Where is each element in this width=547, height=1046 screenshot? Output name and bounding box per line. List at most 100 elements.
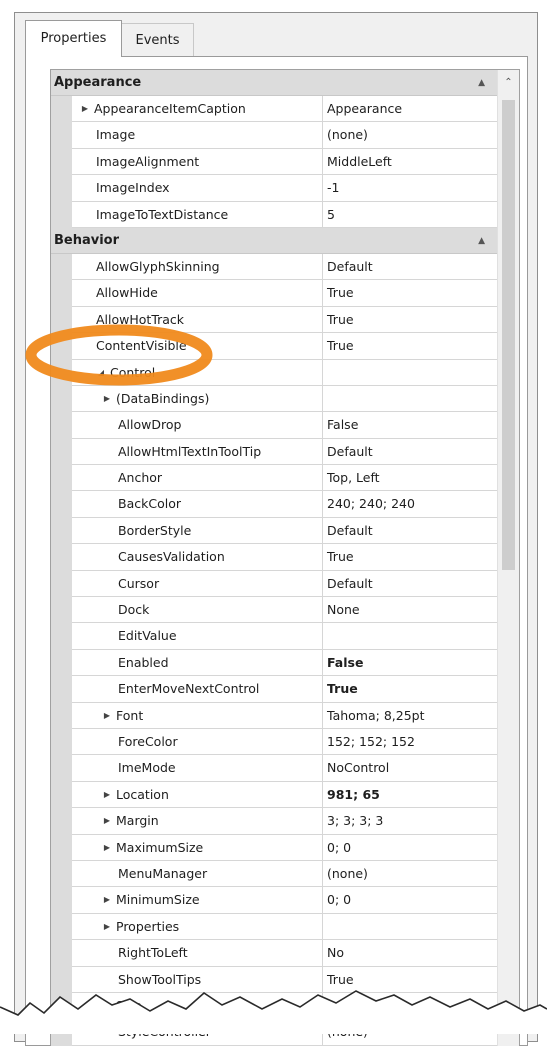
expand-triangle-icon[interactable]: ▶ (98, 993, 116, 1018)
property-name[interactable]: ShowToolTips (72, 966, 323, 993)
category-appearance[interactable]: Appearance ▲ (51, 70, 497, 96)
property-value[interactable] (323, 913, 497, 941)
property-row[interactable]: ForeColor 152; 152; 152 (51, 728, 497, 756)
property-row[interactable]: ▶ Font Tahoma; 8,25pt (51, 702, 497, 729)
property-value[interactable]: 3; 3; 3; 3 (323, 808, 497, 835)
property-value[interactable]: True (323, 333, 497, 360)
expand-triangle-icon[interactable]: ▶ (98, 887, 116, 912)
property-value[interactable]: False (323, 649, 497, 677)
property-value[interactable]: 240; 240; 240 (323, 491, 497, 518)
property-value[interactable]: 152; 152; 152 (323, 728, 497, 756)
property-name[interactable]: ▶ MaximumSize (72, 834, 323, 861)
property-row[interactable]: AllowHtmlTextInToolTip Default (51, 438, 497, 466)
property-name[interactable]: Dock (72, 597, 323, 624)
expand-triangle-icon[interactable]: ▶ (98, 386, 116, 411)
property-value[interactable]: MiddleLeft (323, 148, 497, 176)
property-row[interactable]: ContentVisible True (51, 333, 497, 360)
property-name[interactable]: MenuManager (72, 860, 323, 888)
property-value[interactable]: True (323, 280, 497, 307)
property-row[interactable]: ▶ AppearanceItemCaption Appearance (51, 96, 497, 123)
property-row[interactable]: MenuManager (none) (51, 860, 497, 888)
property-value[interactable]: -1 (323, 175, 497, 202)
property-value[interactable]: (none) (323, 1019, 497, 1046)
property-value[interactable]: 0; 0 (323, 834, 497, 861)
property-name[interactable]: ImageIndex (72, 175, 323, 202)
tab-events[interactable]: Events (122, 23, 194, 56)
property-name[interactable]: Image (72, 122, 323, 149)
property-value[interactable]: (none) (323, 122, 497, 149)
property-value[interactable]: NoControl (323, 755, 497, 782)
property-row[interactable]: AllowGlyphSkinning Default (51, 253, 497, 281)
collapse-triangle-icon[interactable]: ◢ (92, 360, 110, 385)
property-name[interactable]: ForeColor (72, 728, 323, 756)
category-behavior[interactable]: Behavior ▲ (51, 227, 497, 254)
property-row[interactable]: ShowToolTips True (51, 966, 497, 993)
property-row[interactable]: AllowDrop False (51, 412, 497, 439)
property-row[interactable]: ▶ Properties (51, 913, 497, 941)
property-name[interactable]: ImageToTextDistance (72, 201, 323, 228)
property-name[interactable]: AllowGlyphSkinning (72, 253, 323, 281)
property-row[interactable]: CausesValidation True (51, 544, 497, 571)
property-row[interactable]: RightToLeft No (51, 940, 497, 967)
property-value[interactable]: Default (323, 438, 497, 466)
expand-triangle-icon[interactable]: ▶ (98, 835, 116, 860)
property-row[interactable]: Cursor Default (51, 570, 497, 598)
property-name[interactable]: RightToLeft (72, 940, 323, 967)
property-row[interactable]: ▶ Location 981; 65 (51, 781, 497, 809)
property-value[interactable]: Default (323, 570, 497, 598)
property-name[interactable]: AllowHide (72, 280, 323, 307)
expand-triangle-icon[interactable]: ▶ (98, 703, 116, 728)
property-name[interactable]: ▶ Margin (72, 808, 323, 835)
scroll-thumb[interactable] (502, 100, 515, 570)
property-value[interactable]: None (323, 597, 497, 624)
property-name[interactable]: ContentVisible (72, 333, 323, 360)
property-value[interactable]: 5 (323, 201, 497, 228)
property-name[interactable]: AllowHotTrack (72, 306, 323, 334)
expand-triangle-icon[interactable]: ▶ (98, 914, 116, 939)
scroll-up-icon[interactable]: ⌃ (498, 74, 519, 92)
property-row[interactable]: ImageAlignment MiddleLeft (51, 148, 497, 176)
property-row[interactable]: BackColor 240; 240; 240 (51, 491, 497, 518)
property-value[interactable]: True (323, 306, 497, 334)
property-name[interactable]: ▶ MinimumSize (72, 887, 323, 914)
property-value[interactable]: (none) (323, 860, 497, 888)
property-name[interactable]: StyleController (72, 1019, 323, 1046)
property-row[interactable]: Image (none) (51, 122, 497, 149)
property-row[interactable]: AllowHotTrack True (51, 306, 497, 334)
vertical-scrollbar[interactable]: ⌃ (497, 70, 519, 1046)
property-row[interactable]: ▶ (DataBindings) (51, 385, 497, 413)
expand-triangle-icon[interactable]: ▶ (98, 782, 116, 807)
tab-properties[interactable]: Properties (25, 20, 122, 57)
property-name[interactable]: CausesValidation (72, 544, 323, 571)
property-value[interactable]: True (323, 966, 497, 993)
property-row[interactable]: ▶ MinimumSize 0; 0 (51, 887, 497, 914)
property-name[interactable]: EditValue (72, 623, 323, 650)
property-row[interactable]: Anchor Top, Left (51, 465, 497, 492)
property-row[interactable]: ▶ Size 242; 20 (51, 992, 497, 1020)
property-row[interactable]: StyleController (none) (51, 1019, 497, 1046)
property-name[interactable]: ▶ Properties (72, 913, 323, 941)
property-name[interactable]: ▶ AppearanceItemCaption (72, 96, 323, 123)
property-name[interactable]: Cursor (72, 570, 323, 598)
property-row[interactable]: ImeMode NoControl (51, 755, 497, 782)
property-row[interactable]: EditValue (51, 623, 497, 650)
property-name[interactable]: ◢ Control (72, 359, 323, 386)
property-value[interactable] (323, 623, 497, 650)
property-value[interactable]: 0; 0 (323, 887, 497, 914)
property-value[interactable] (323, 359, 497, 386)
property-name[interactable]: Enabled (72, 649, 323, 677)
property-name[interactable]: BackColor (72, 491, 323, 518)
property-name[interactable]: AllowHtmlTextInToolTip (72, 438, 323, 466)
property-value[interactable]: True (323, 676, 497, 703)
property-value[interactable]: True (323, 544, 497, 571)
property-row[interactable]: ImageToTextDistance 5 (51, 201, 497, 228)
property-value[interactable]: 981; 65 (323, 781, 497, 809)
property-value[interactable]: 242; 20 (323, 992, 497, 1020)
expand-triangle-icon[interactable]: ▶ (98, 808, 116, 833)
property-value[interactable]: Default (323, 517, 497, 545)
property-name[interactable]: ImageAlignment (72, 148, 323, 176)
property-value[interactable]: Appearance (323, 96, 497, 123)
property-value[interactable]: Top, Left (323, 465, 497, 492)
property-row[interactable]: ImageIndex -1 (51, 175, 497, 202)
category-collapse-icon[interactable]: ▲ (478, 228, 485, 254)
